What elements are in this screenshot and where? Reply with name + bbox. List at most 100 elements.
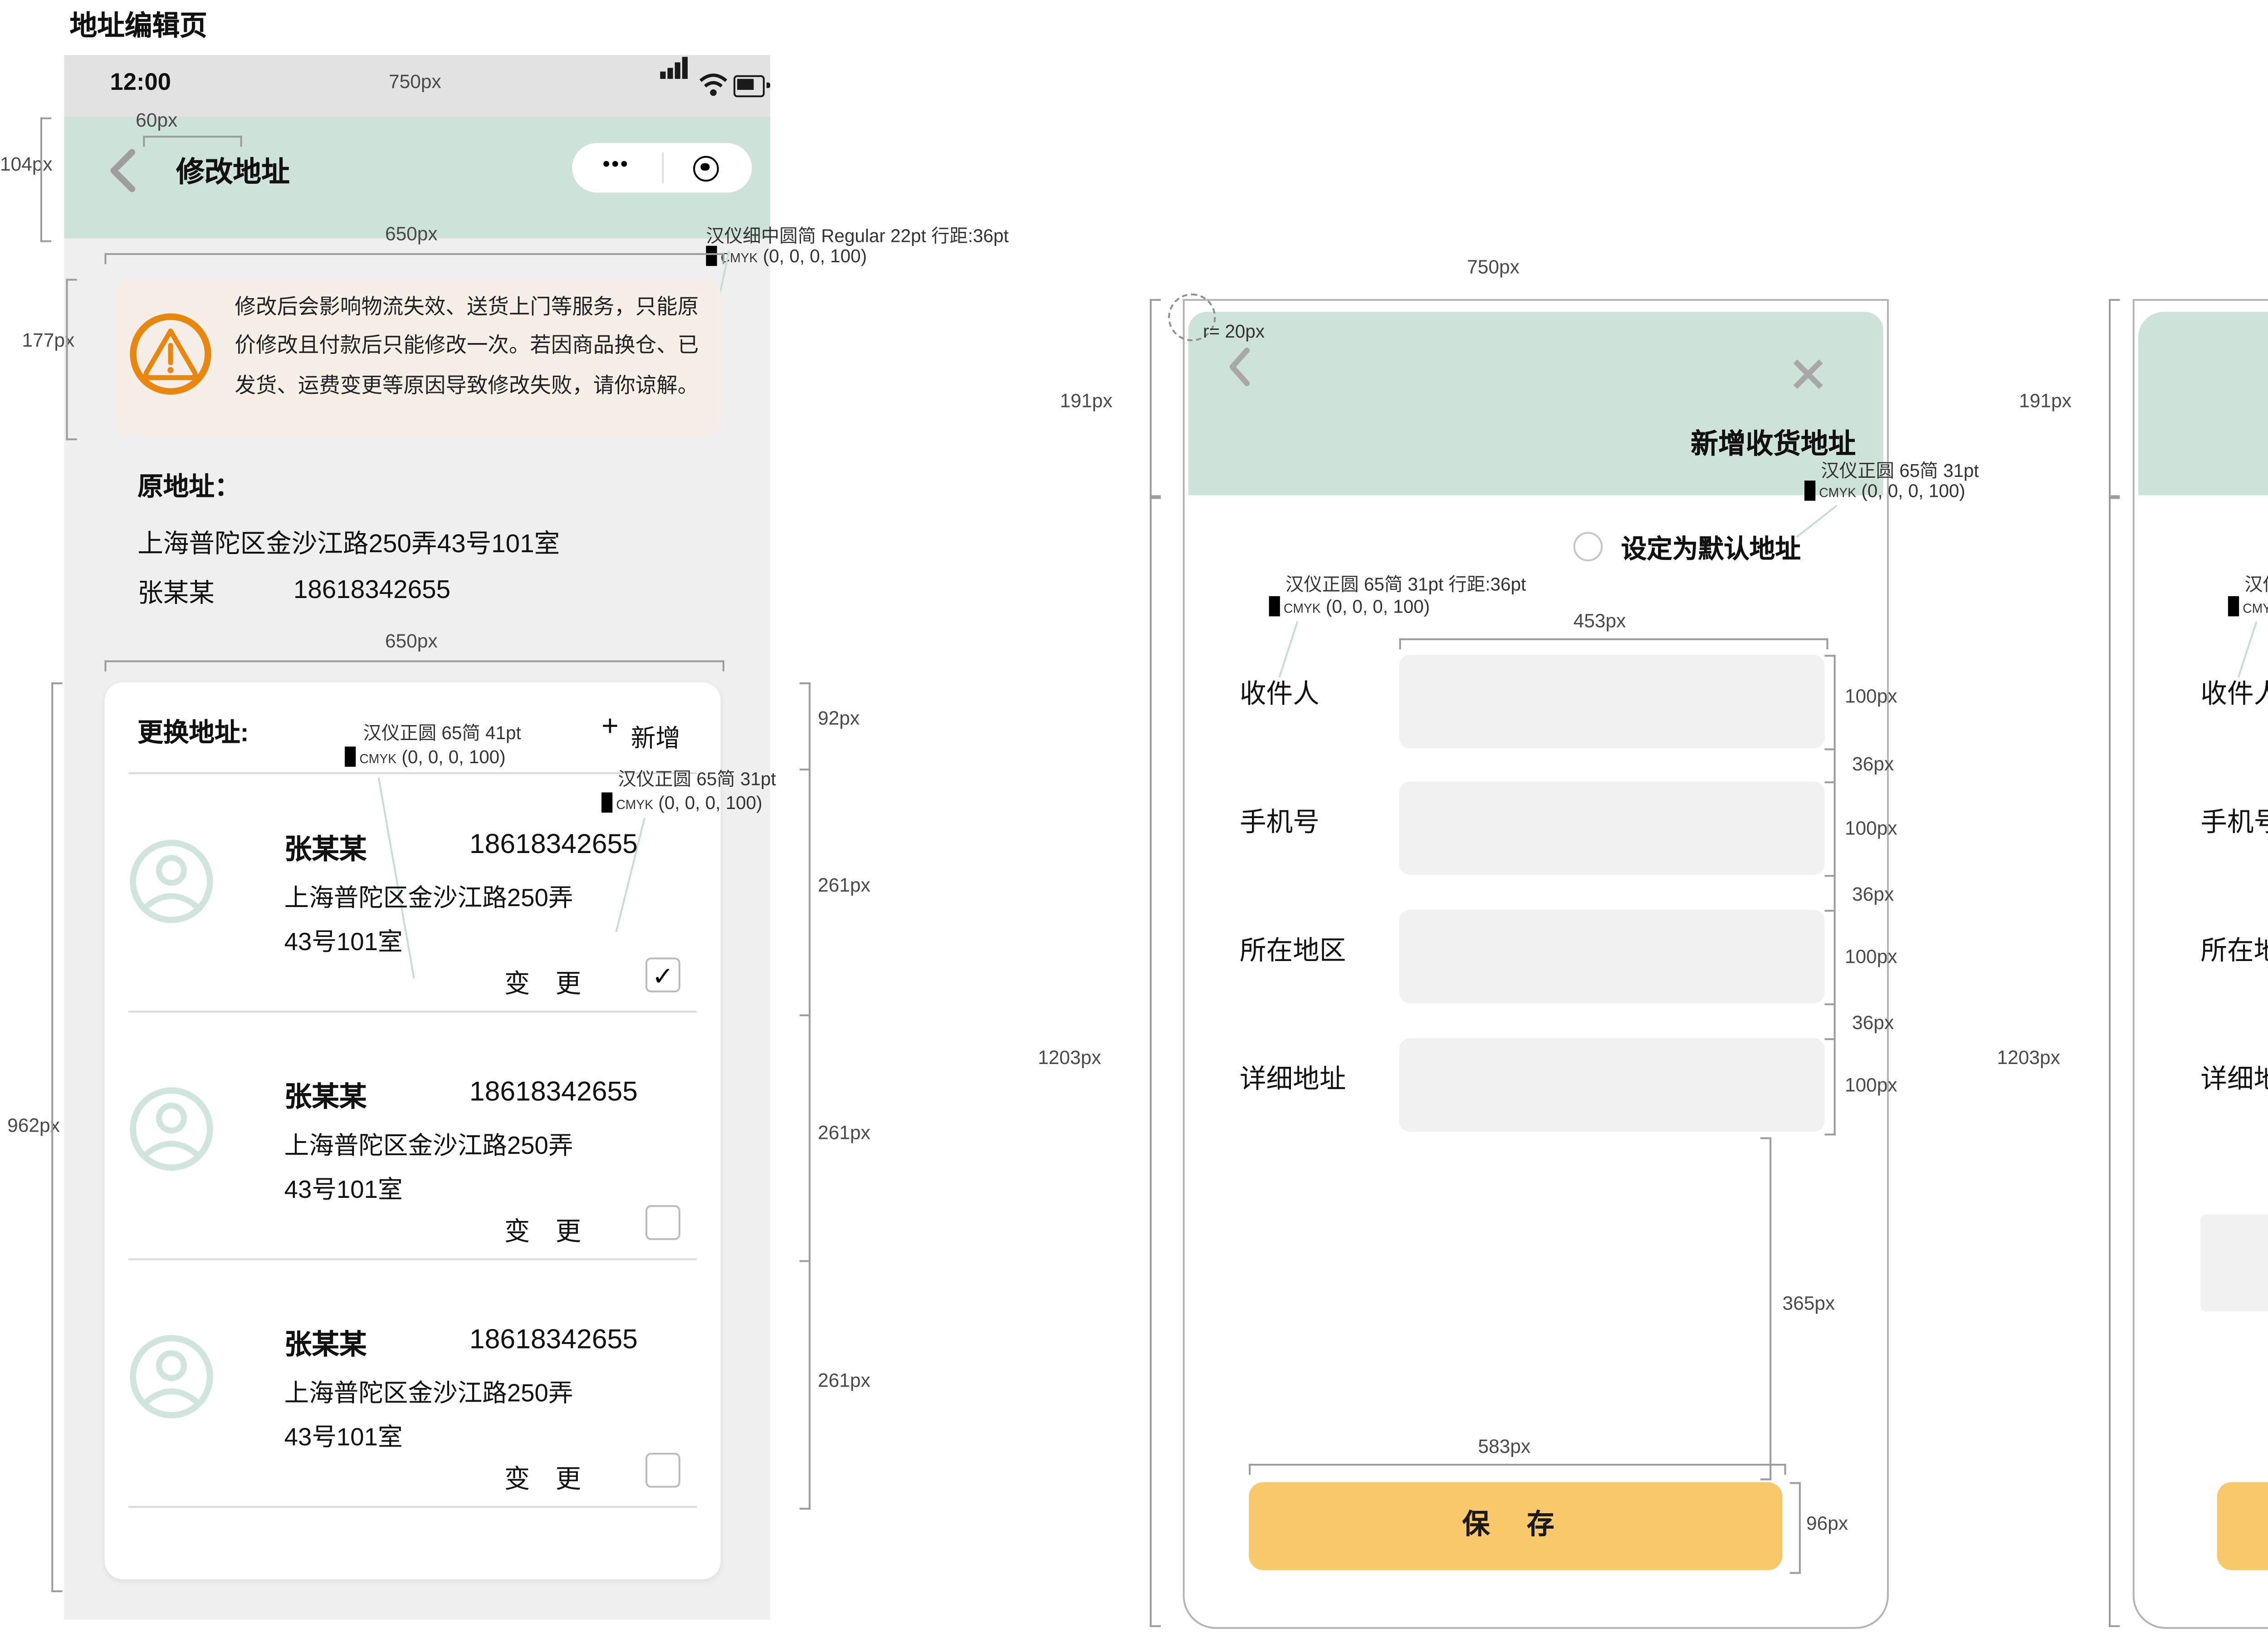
field-label-phone: 手机号 xyxy=(2200,802,2268,840)
field-label-detail: 详细地址 xyxy=(2200,1059,2268,1097)
avatar xyxy=(128,839,215,934)
field-label-phone: 手机号 xyxy=(1240,802,1320,840)
bracket-60px xyxy=(143,136,242,147)
contact-name: 张某某 xyxy=(284,1324,367,1363)
font-note-41pt: 汉仪正圆 65简 41pt xyxy=(363,717,521,745)
detail-address-input[interactable] xyxy=(1399,1038,1825,1132)
contact-name: 张某某 xyxy=(284,829,367,868)
cmyk-note-31pt: CMYK (0, 0, 0, 100) xyxy=(601,792,763,814)
contact-checkbox[interactable] xyxy=(645,1453,680,1488)
warning-text: 修改后会影响物流失效、送货上门等服务，只能原价修改且付款后只能修改一次。若因商品… xyxy=(235,290,706,408)
measure-365px: 365px xyxy=(1783,1293,1835,1315)
capsule-divider xyxy=(662,152,664,184)
contact-phone: 18618342655 xyxy=(469,1324,638,1356)
miniapp-capsule: ••• xyxy=(572,143,752,192)
bracket-191px xyxy=(1150,299,1161,499)
tick xyxy=(800,1015,809,1016)
measure-261px: 261px xyxy=(818,875,870,897)
cmyk-note: CMYK (0, 0, 0, 100) xyxy=(1269,596,1430,618)
font-note-31pt-line: 汉仪正圆 65简 31pt 行距:36pt xyxy=(2244,569,2268,596)
status-time: 12:00 xyxy=(110,68,171,96)
change-action-button[interactable]: 变 更 xyxy=(504,965,591,1001)
measure-453px: 453px xyxy=(1574,611,1626,633)
bracket-453px xyxy=(1399,638,1828,649)
phone2-header-title: 新增收货地址 xyxy=(1614,424,1856,462)
bracket-177px xyxy=(66,279,77,440)
font-note-header1: 汉仪细中圆简 Regular 22pt 行距:36pt xyxy=(706,220,1008,248)
bracket-96px xyxy=(1790,1482,1801,1574)
field-label-detail: 详细地址 xyxy=(1240,1059,1346,1097)
bracket-962px xyxy=(51,682,62,1592)
save-button[interactable]: 保 存 xyxy=(1249,1482,1782,1570)
delete-button[interactable]: 删 除 xyxy=(2200,1214,2268,1311)
measure-92px: 92px xyxy=(818,708,860,730)
save-button[interactable]: 保 存 xyxy=(2217,1482,2268,1570)
measure-100px: 100px xyxy=(1845,686,1897,708)
phone1-header-title: 修改地址 xyxy=(176,151,290,191)
bracket-104px xyxy=(40,118,51,242)
region-input[interactable] xyxy=(1399,910,1825,1003)
measure-36px: 36px xyxy=(1852,1013,1894,1035)
warning-icon xyxy=(128,312,213,405)
record-target-icon[interactable] xyxy=(693,155,719,181)
contact-addr2: 43号101室 xyxy=(284,921,403,957)
tick xyxy=(1824,1003,1833,1005)
page-title: 地址编辑页 xyxy=(70,5,207,44)
bracket-right-rail-phone2 xyxy=(1824,655,1835,1135)
default-address-label: 设定为默认地址 xyxy=(1621,530,1801,567)
design-spec-canvas: 地址编辑页 12:00 750px 修改地址 ••• 60px 104px 汉仪… xyxy=(0,0,2268,1633)
original-address-value: 上海普陀区金沙江路250弄43号101室 xyxy=(137,525,560,561)
close-icon[interactable] xyxy=(1790,356,1827,402)
contact-addr1: 上海普陀区金沙江路250弄 xyxy=(284,877,573,913)
tick xyxy=(1824,875,1833,877)
bracket-650px-top xyxy=(104,253,724,264)
tick xyxy=(1824,748,1833,750)
back-icon[interactable] xyxy=(1225,345,1255,398)
original-address-label: 原地址： xyxy=(137,468,240,505)
measure-261px: 261px xyxy=(818,1370,870,1393)
phone3-header xyxy=(2138,312,2268,495)
row-divider xyxy=(128,772,697,774)
phone-input[interactable] xyxy=(1399,781,1825,875)
font-note-31pt: 汉仪正圆 65简 31pt xyxy=(1821,455,1979,483)
avatar xyxy=(128,1086,215,1181)
measure-96px: 96px xyxy=(1806,1513,1848,1535)
phone2-header xyxy=(1188,312,1883,495)
contact-checkbox[interactable] xyxy=(645,1205,680,1240)
tick xyxy=(1824,1038,1833,1040)
battery-icon xyxy=(733,75,765,98)
field-label-region: 所在地区 xyxy=(2200,930,2268,969)
row-divider xyxy=(128,1506,697,1508)
add-new-button[interactable]: 新增 xyxy=(631,717,680,754)
recipient-input[interactable] xyxy=(1399,655,1825,748)
measure-1203px: 1203px xyxy=(1997,1047,2060,1069)
measure-1203px: 1203px xyxy=(1038,1047,1101,1069)
contact-name: 张某某 xyxy=(284,1077,367,1115)
tick xyxy=(800,1260,809,1262)
contact-phone: 18618342655 xyxy=(469,829,638,860)
measure-650px-card: 650px xyxy=(385,631,438,653)
wifi-icon xyxy=(699,74,728,107)
default-address-radio[interactable] xyxy=(1574,532,1603,561)
menu-dots-button[interactable]: ••• xyxy=(572,143,660,192)
change-address-label: 更换地址: xyxy=(137,714,249,750)
original-phone: 18618342655 xyxy=(293,574,450,603)
original-name: 张某某 xyxy=(137,574,215,611)
plus-icon[interactable]: + xyxy=(601,712,619,745)
contact-addr2: 43号101室 xyxy=(284,1416,403,1453)
measure-60px: 60px xyxy=(136,110,177,132)
back-icon[interactable] xyxy=(106,147,139,203)
measure-36px: 36px xyxy=(1852,754,1894,776)
cmyk-note: CMYK (0, 0, 0, 100) xyxy=(1804,481,1965,503)
measure-191px: 191px xyxy=(1060,391,1113,413)
change-action-button[interactable]: 变 更 xyxy=(504,1460,591,1497)
measure-650px-top: 650px xyxy=(385,224,438,246)
measure-100px: 100px xyxy=(1845,946,1897,969)
contact-checkbox-checked[interactable]: ✓ xyxy=(645,957,680,992)
row-divider xyxy=(128,1011,697,1013)
change-action-button[interactable]: 变 更 xyxy=(504,1212,591,1249)
bracket-1203px xyxy=(2109,495,2120,1627)
field-label-recipient: 收件人 xyxy=(1240,673,1320,712)
bracket-191px xyxy=(2109,299,2120,499)
tick xyxy=(800,769,809,770)
